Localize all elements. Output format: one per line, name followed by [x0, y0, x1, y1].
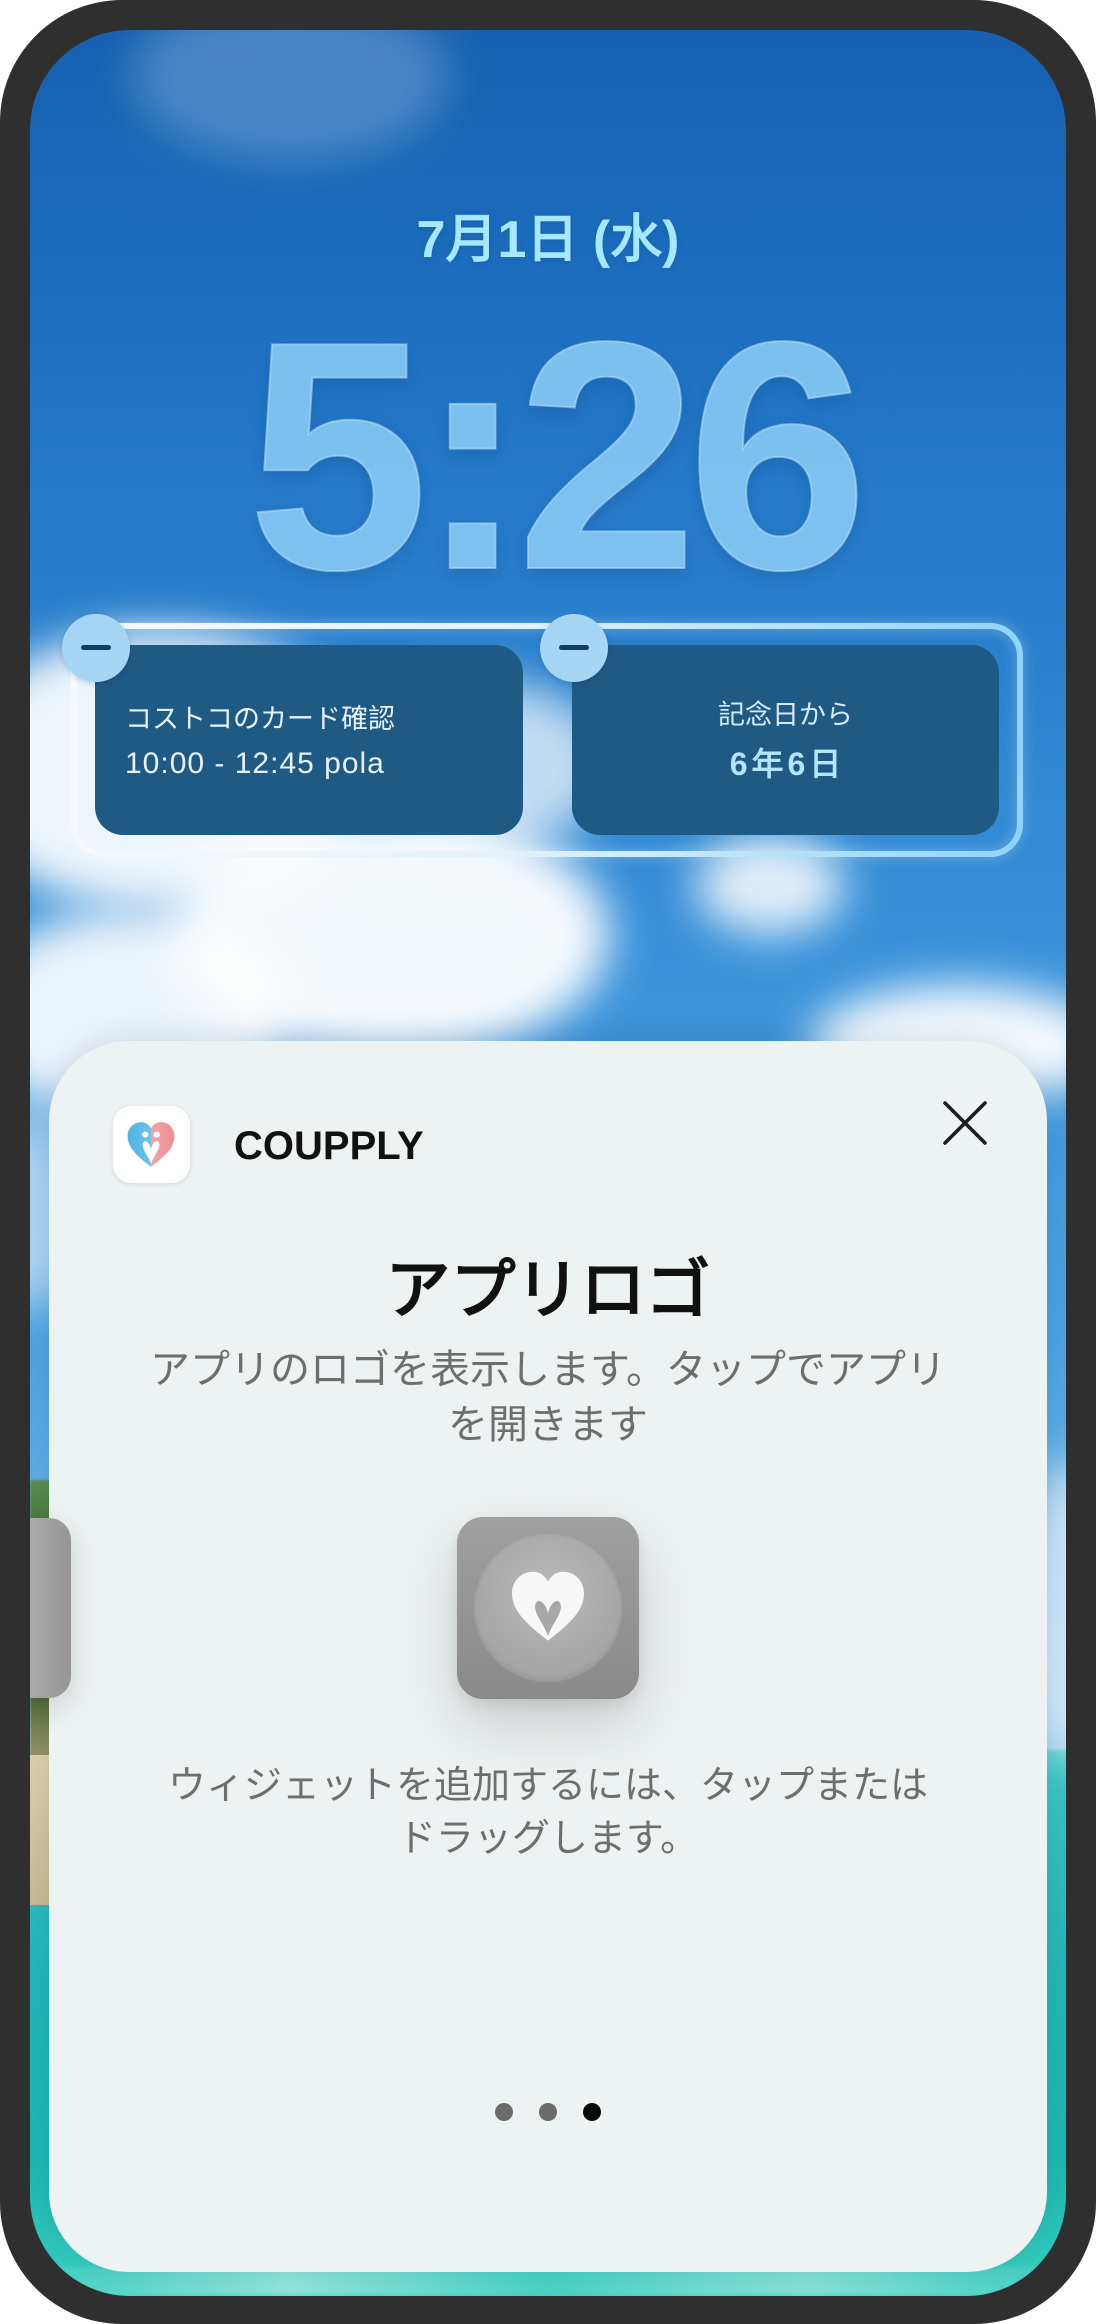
page-indicator[interactable] — [49, 2103, 1047, 2121]
page-dot[interactable] — [495, 2103, 513, 2121]
widget-preview-circle — [474, 1534, 622, 1682]
lock-date[interactable]: 7月1日 (水) — [30, 210, 1066, 270]
page-dot[interactable] — [583, 2103, 601, 2121]
widget-description: アプリのロゴを表示します。タップでアプリを開きます — [150, 1348, 946, 1447]
app-icon — [113, 1106, 190, 1183]
minus-icon — [81, 645, 111, 650]
lock-time[interactable]: 5:26 — [30, 292, 1066, 619]
close-icon — [943, 1101, 987, 1145]
anniversary-widget[interactable]: 記念日から 6年6日 — [572, 645, 999, 835]
remove-anniversary-widget-button[interactable] — [540, 614, 608, 682]
lock-screen: 7月1日 (水) 5:26 コストコのカード確認 10:00 - 12:45 p… — [30, 30, 1066, 2296]
calendar-widget[interactable]: コストコのカード確認 10:00 - 12:45 pola — [95, 645, 523, 835]
phone-frame: 7月1日 (水) 5:26 コストコのカード確認 10:00 - 12:45 p… — [0, 0, 1096, 2324]
close-button[interactable] — [941, 1099, 989, 1147]
coupply-logo-icon — [127, 1122, 175, 1167]
widget-preview[interactable] — [457, 1517, 639, 1699]
calendar-event-time: 10:00 - 12:45 pola — [125, 747, 385, 780]
anniversary-count: 6年6日 — [729, 746, 846, 782]
calendar-event-title: コストコのカード確認 — [125, 704, 395, 734]
previous-widget-preview[interactable] — [30, 1518, 71, 1698]
widget-gallery-sheet: COUPPLY アプリロゴ アプリのロゴを表示します。タップでアプリを開きます … — [49, 1041, 1047, 2272]
wallpaper-cloud — [130, 30, 450, 160]
minus-icon — [559, 645, 589, 650]
anniversary-label: 記念日から — [718, 700, 853, 730]
app-name: COUPPLY — [234, 1124, 424, 1168]
remove-calendar-widget-button[interactable] — [62, 614, 130, 682]
page-dot[interactable] — [539, 2103, 557, 2121]
heart-logo-icon — [512, 1571, 584, 1641]
add-widget-hint: ウィジェットを追加するには、タップまたはドラッグします。 — [167, 1765, 928, 1860]
widget-title: アプリロゴ — [385, 1253, 711, 1326]
